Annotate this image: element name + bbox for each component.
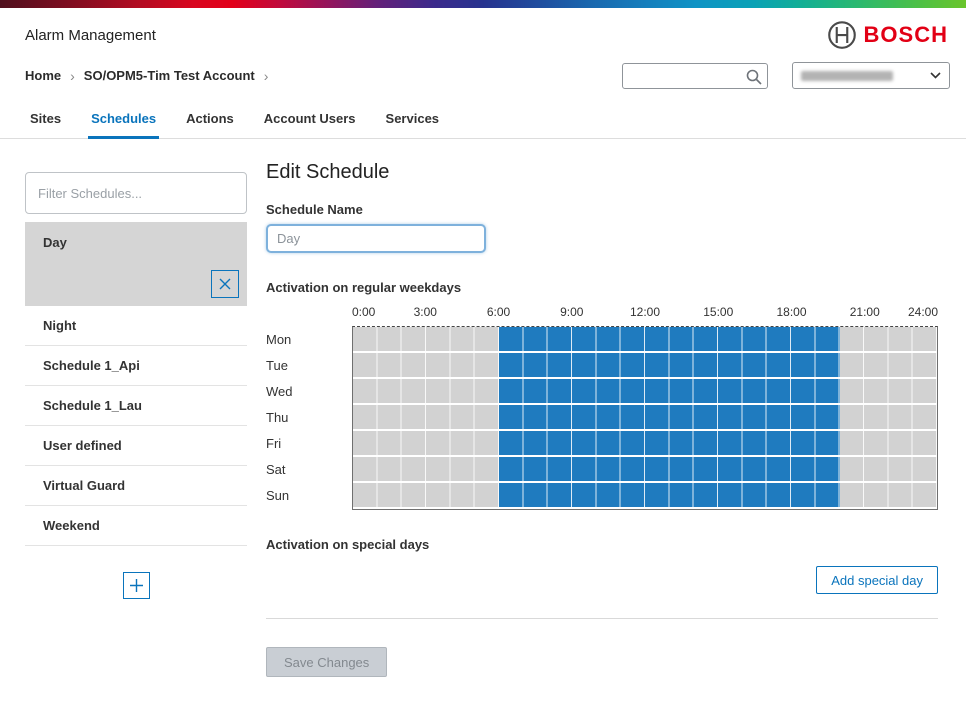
close-icon [218,277,232,291]
hours-axis: 0:00 3:00 6:00 9:00 12:00 15:00 18:00 21… [352,305,938,321]
hour-label: 21:00 [850,305,880,319]
schedule-grid: 0:00 3:00 6:00 9:00 12:00 15:00 18:00 21… [266,305,938,510]
active-period [499,483,840,507]
tab-services[interactable]: Services [386,111,440,138]
schedule-grid-body [352,326,938,510]
breadcrumb-account[interactable]: SO/OPM5-Tim Test Account [84,68,255,83]
tab-actions[interactable]: Actions [186,111,234,138]
filter-schedules-input[interactable] [25,172,247,214]
weekdays-section-label: Activation on regular weekdays [266,280,938,295]
hour-label: 0:00 [352,305,375,319]
hour-label: 9:00 [560,305,583,319]
schedule-item-user-defined[interactable]: User defined [25,426,247,466]
search-box [622,63,768,89]
header-controls [622,62,950,89]
schedule-item-day[interactable]: Day [25,222,247,306]
active-period [499,327,840,351]
chevron-right-icon: › [70,68,75,84]
user-dropdown-redacted-label [801,71,893,81]
hour-label: 24:00 [908,305,938,319]
bosch-logo-text: BOSCH [864,22,948,48]
chevron-right-icon: › [264,68,269,84]
schedule-row-mon[interactable] [353,327,937,351]
bosch-logo: BOSCH [827,20,948,50]
user-dropdown[interactable] [792,62,950,89]
day-label: Thu [266,406,352,430]
bosch-logo-icon [827,20,857,50]
breadcrumb-home[interactable]: Home [25,68,61,83]
tab-schedules[interactable]: Schedules [91,111,156,138]
content-area: Day Night Schedule 1_Api Schedule 1_Lau … [0,139,966,677]
tab-sites[interactable]: Sites [30,111,61,138]
schedule-item-virtual-guard[interactable]: Virtual Guard [25,466,247,506]
app-header: Alarm Management BOSCH [0,8,966,56]
active-period [499,379,840,403]
page-title: Edit Schedule [266,161,938,184]
toolbar-row: Home › SO/OPM5-Tim Test Account › [0,56,966,99]
day-label: Mon [266,328,352,352]
day-label: Sun [266,484,352,508]
plus-icon [129,578,144,593]
special-days-section-label: Activation on special days [266,537,938,552]
section-divider [266,618,938,619]
day-label: Fri [266,432,352,456]
save-changes-button[interactable]: Save Changes [266,647,387,677]
delete-schedule-button[interactable] [211,270,239,298]
day-label: Sat [266,458,352,482]
schedule-name-label: Schedule Name [266,202,938,217]
hour-label: 15:00 [703,305,733,319]
schedule-item-schedule-1-lau[interactable]: Schedule 1_Lau [25,386,247,426]
schedule-row-sun[interactable] [353,483,937,507]
day-label: Tue [266,354,352,378]
schedule-row-thu[interactable] [353,405,937,429]
active-period [499,431,840,455]
schedule-item-label: Day [43,235,239,250]
schedule-item-night[interactable]: Night [25,306,247,346]
schedule-row-sat[interactable] [353,457,937,481]
hour-label: 6:00 [487,305,510,319]
schedules-sidebar: Day Night Schedule 1_Api Schedule 1_Lau … [25,139,247,677]
schedule-name-input[interactable] [266,224,486,253]
edit-schedule-panel: Edit Schedule Schedule Name Activation o… [266,139,938,677]
schedule-row-wed[interactable] [353,379,937,403]
bosch-supergraphic [0,0,966,8]
schedule-row-fri[interactable] [353,431,937,455]
schedule-list: Day Night Schedule 1_Api Schedule 1_Lau … [25,222,247,546]
hour-label: 12:00 [630,305,660,319]
day-labels: Mon Tue Wed Thu Fri Sat Sun [266,326,352,510]
schedule-item-weekend[interactable]: Weekend [25,506,247,546]
hour-label: 18:00 [776,305,806,319]
active-period [499,405,840,429]
add-special-day-button[interactable]: Add special day [816,566,938,594]
search-icon[interactable] [745,68,763,86]
tab-bar: Sites Schedules Actions Account Users Se… [0,99,966,139]
active-period [499,353,840,377]
tab-account-users[interactable]: Account Users [264,111,356,138]
hour-label: 3:00 [414,305,437,319]
add-schedule-button[interactable] [123,572,150,599]
active-period [499,457,840,481]
schedule-row-tue[interactable] [353,353,937,377]
chevron-down-icon [930,72,941,79]
search-input[interactable] [623,64,741,88]
schedule-item-schedule-1-api[interactable]: Schedule 1_Api [25,346,247,386]
app-title: Alarm Management [25,27,156,44]
breadcrumb: Home › SO/OPM5-Tim Test Account › [25,68,277,84]
day-label: Wed [266,380,352,404]
